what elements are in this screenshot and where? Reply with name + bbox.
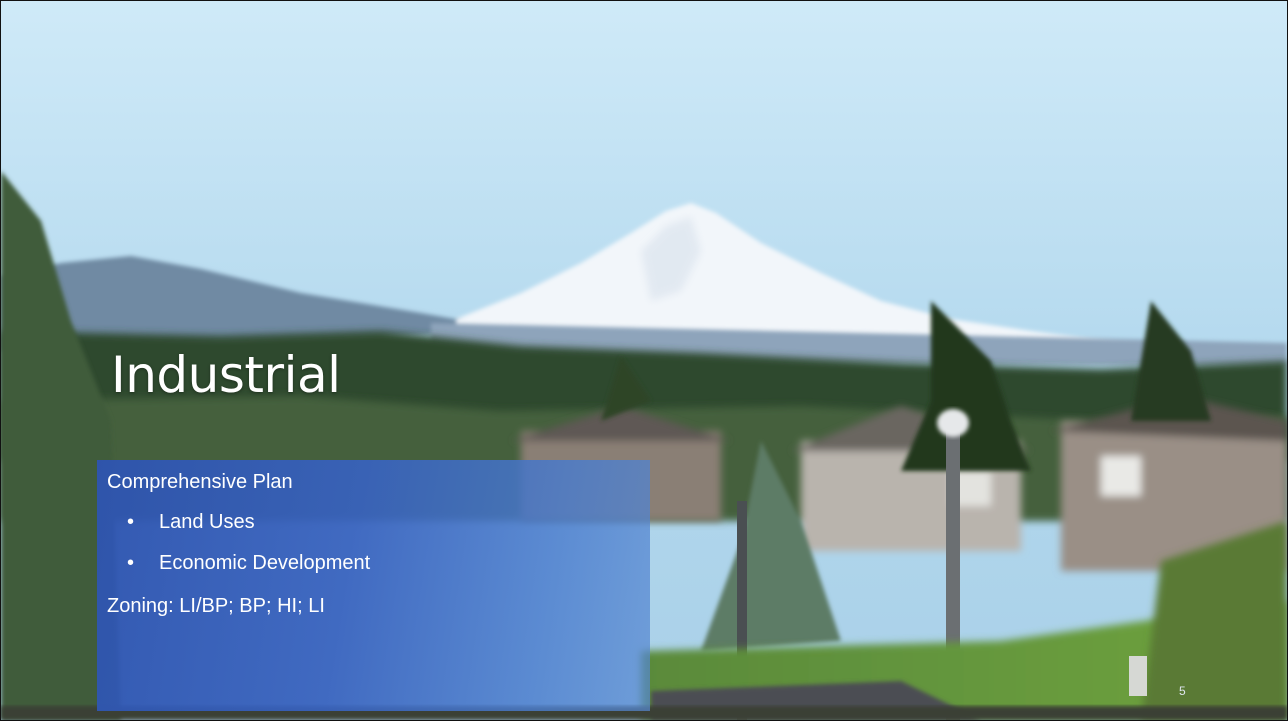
panel-heading: Comprehensive Plan (107, 471, 293, 493)
content-panel: Comprehensive Plan • Land Uses • Economic … (97, 460, 650, 711)
bullet-icon: • (127, 511, 135, 533)
zoning-line: Zoning: LI/BP; BP; HI; LI (107, 595, 325, 617)
bullet-item: • Land Uses (127, 511, 255, 534)
slide-title: Industrial (111, 346, 341, 404)
bullet-icon: • (127, 552, 135, 574)
bullet-item: • Economic Development (127, 552, 370, 575)
bullet-text: Land Uses (159, 511, 255, 533)
slide: Industrial Comprehensive Plan • Land Uses… (0, 0, 1288, 721)
page-number: 5 (1179, 684, 1186, 698)
bullet-text: Economic Development (159, 552, 371, 574)
